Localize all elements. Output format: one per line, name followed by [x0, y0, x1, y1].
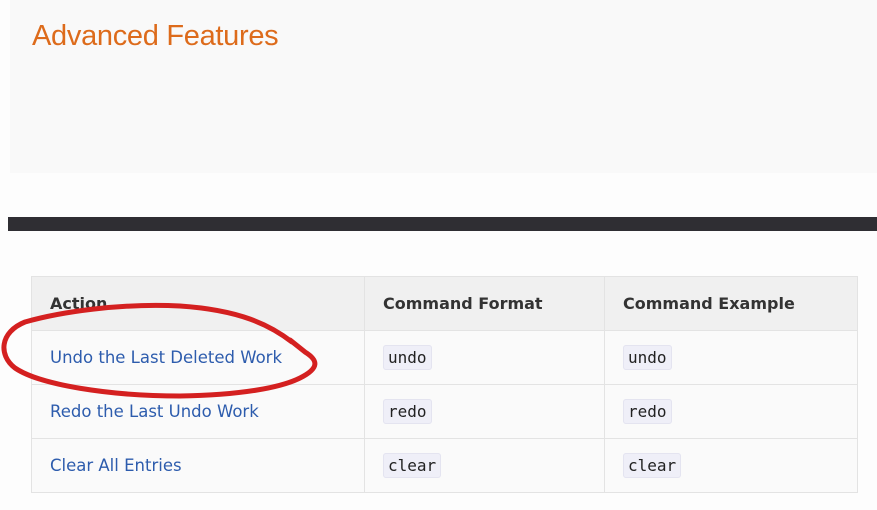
table-row: Redo the Last Undo Work redo redo: [31, 384, 858, 439]
table-header-row: Action Command Format Command Example: [31, 276, 858, 331]
header-command-example: Command Example: [604, 276, 858, 331]
command-example: redo: [623, 399, 672, 424]
table-row: Undo the Last Deleted Work undo undo: [31, 330, 858, 385]
command-format: clear: [383, 453, 442, 478]
command-format: redo: [383, 399, 432, 424]
action-link-clear[interactable]: Clear All Entries: [50, 456, 182, 475]
command-example: undo: [623, 345, 672, 370]
action-link-redo[interactable]: Redo the Last Undo Work: [50, 402, 259, 421]
commands-table: Action Command Format Command Example Un…: [31, 276, 858, 493]
divider-bar: [8, 217, 877, 231]
section-title: Advanced Features: [32, 20, 279, 52]
action-link-undo[interactable]: Undo the Last Deleted Work: [50, 348, 282, 367]
table-row: Clear All Entries clear clear: [31, 438, 858, 493]
header-action: Action: [31, 276, 365, 331]
command-format: undo: [383, 345, 432, 370]
section-header-panel: Advanced Features: [10, 0, 877, 173]
command-example: clear: [623, 453, 682, 478]
header-command-format: Command Format: [364, 276, 605, 331]
